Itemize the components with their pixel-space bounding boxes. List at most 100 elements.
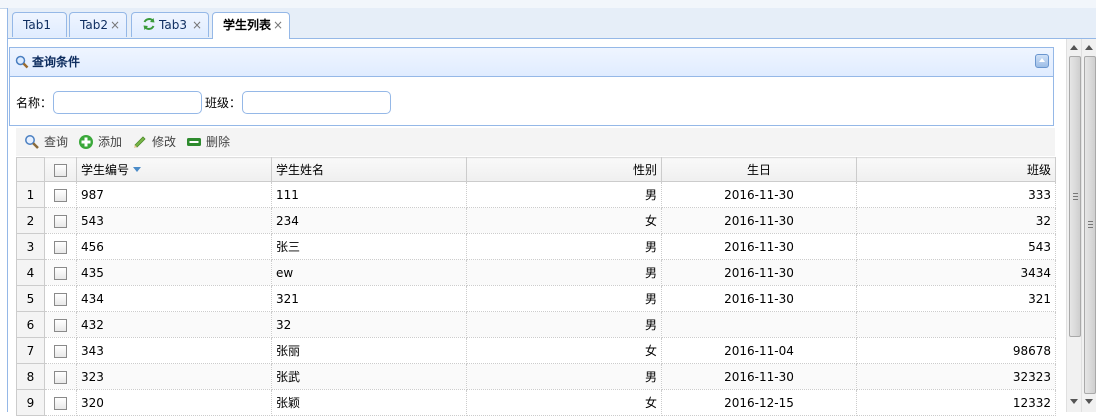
table-row[interactable]: 8 323 张武男 2016-11-30 32323 [16,363,1056,390]
row-number-header [16,157,45,182]
row-number: 3 [16,233,45,260]
close-icon[interactable]: × [273,13,283,37]
tab-2[interactable]: Tab2 × [69,12,127,37]
collapse-button[interactable] [1035,54,1049,68]
pencil-icon [134,136,146,148]
cell-class: 32323 [856,363,1056,390]
cell-class: 333 [856,181,1056,208]
cell-birthday: 2016-11-04 [661,337,857,364]
column-header-id[interactable]: 学生编号 [76,157,272,182]
column-header-name[interactable]: 学生姓名 [271,157,467,182]
tab-label: Tab2 [80,18,108,32]
search-button-label: 查询 [44,135,69,149]
tab-label: Tab1 [23,18,51,32]
delete-button[interactable]: 删除 [186,128,234,156]
close-icon[interactable]: × [192,13,202,37]
scroll-down-icon[interactable] [1085,399,1093,404]
row-checkbox[interactable] [54,266,67,280]
cell-name: 张武 [271,363,467,390]
cell-birthday [661,311,857,338]
row-checkbox[interactable] [54,214,67,228]
cell-name: 32 [271,311,467,338]
table-row[interactable]: 3 456 张三男 2016-11-30 543 [16,233,1056,260]
row-checkbox[interactable] [54,396,67,410]
row-checkbox-cell [44,311,77,338]
add-icon [79,135,93,149]
query-panel-header: 查询条件 [10,48,1053,77]
tab-student-list[interactable]: 学生列表 × [212,12,290,39]
tab-1[interactable]: Tab1 [12,12,67,37]
cell-id: 543 [76,207,272,234]
scroll-thumb[interactable] [1084,56,1096,394]
cell-class [856,311,1056,338]
select-all-header [44,157,77,182]
delete-icon [187,138,201,146]
cell-gender: 女 [466,207,662,234]
class-field-label: 班级： [205,96,242,110]
table-row[interactable]: 7 343 张丽女 2016-11-04 98678 [16,337,1056,364]
cell-gender: 男 [466,181,662,208]
table-row[interactable]: 6 432 32 男 [16,311,1056,338]
edit-button[interactable]: 修改 [132,128,180,156]
row-checkbox-cell [44,363,77,390]
close-icon[interactable]: × [110,13,120,37]
row-checkbox[interactable] [54,344,67,358]
row-checkbox[interactable] [54,240,67,254]
class-input[interactable] [242,91,391,114]
tab-bar: Tab1 Tab2 × Tab3 × 学生列表 × [7,8,1096,39]
row-checkbox[interactable] [54,292,67,306]
query-panel: 查询条件 [9,47,1054,126]
column-header-gender[interactable]: 性别 [466,157,662,182]
column-header-class[interactable]: 班级 [856,157,1056,182]
cell-class: 32 [856,207,1056,234]
row-number: 1 [16,181,45,208]
cell-gender: 男 [466,233,662,260]
row-number: 5 [16,285,45,312]
cell-birthday: 2016-11-30 [661,233,857,260]
add-button[interactable]: 添加 [78,128,126,156]
cell-name: 张丽 [271,337,467,364]
table-row[interactable]: 4 435 ew 男 2016-11-30 3434 [16,259,1056,286]
add-button-label: 添加 [98,135,123,149]
select-all-checkbox[interactable] [54,163,67,177]
cell-name: ew [271,259,467,286]
table-row[interactable]: 2 543 234 女 2016-11-30 32 [16,207,1056,234]
row-number: 8 [16,363,45,390]
cell-birthday: 2016-11-30 [661,181,857,208]
name-input[interactable] [53,91,202,114]
cell-class: 543 [856,233,1056,260]
row-checkbox[interactable] [54,188,67,202]
table-body: 1 987 111 男 2016-11-30 333 2 543 234 女 2016-11-30 3… [16,181,1056,416]
cell-gender: 男 [466,259,662,286]
edit-button-label: 修改 [152,135,177,149]
search-icon [25,135,39,149]
outer-scrollbar[interactable] [1081,39,1096,412]
search-button[interactable]: 查询 [24,128,72,156]
table-row[interactable]: 1 987 111 男 2016-11-30 333 [16,181,1056,208]
delete-button-label: 删除 [206,135,231,149]
cell-id: 323 [76,363,272,390]
row-checkbox[interactable] [54,370,67,384]
scroll-up-icon[interactable] [1070,45,1078,50]
cell-class: 321 [856,285,1056,312]
column-header-birthday[interactable]: 生日 [661,157,857,182]
cell-class: 3434 [856,259,1056,286]
cell-id: 434 [76,285,272,312]
cell-id: 987 [76,181,272,208]
row-number: 4 [16,259,45,286]
row-number: 6 [16,311,45,338]
row-checkbox[interactable] [54,318,67,332]
cell-id: 435 [76,259,272,286]
cell-gender: 男 [466,285,662,312]
scroll-down-icon[interactable] [1070,399,1078,404]
row-checkbox-cell [44,207,77,234]
scroll-thumb[interactable] [1069,56,1081,337]
scroll-up-icon[interactable] [1085,45,1093,50]
query-panel-title: 查询条件 [32,55,81,69]
tab-3[interactable]: Tab3 × [131,12,209,37]
cell-id: 432 [76,311,272,338]
tab-label: 学生列表 [223,18,272,32]
table-header-row: 学生编号 学生姓名 性别 生日 班级 [16,157,1056,182]
row-checkbox-cell [44,285,77,312]
table-row[interactable]: 5 434 321 男 2016-11-30 321 [16,285,1056,312]
